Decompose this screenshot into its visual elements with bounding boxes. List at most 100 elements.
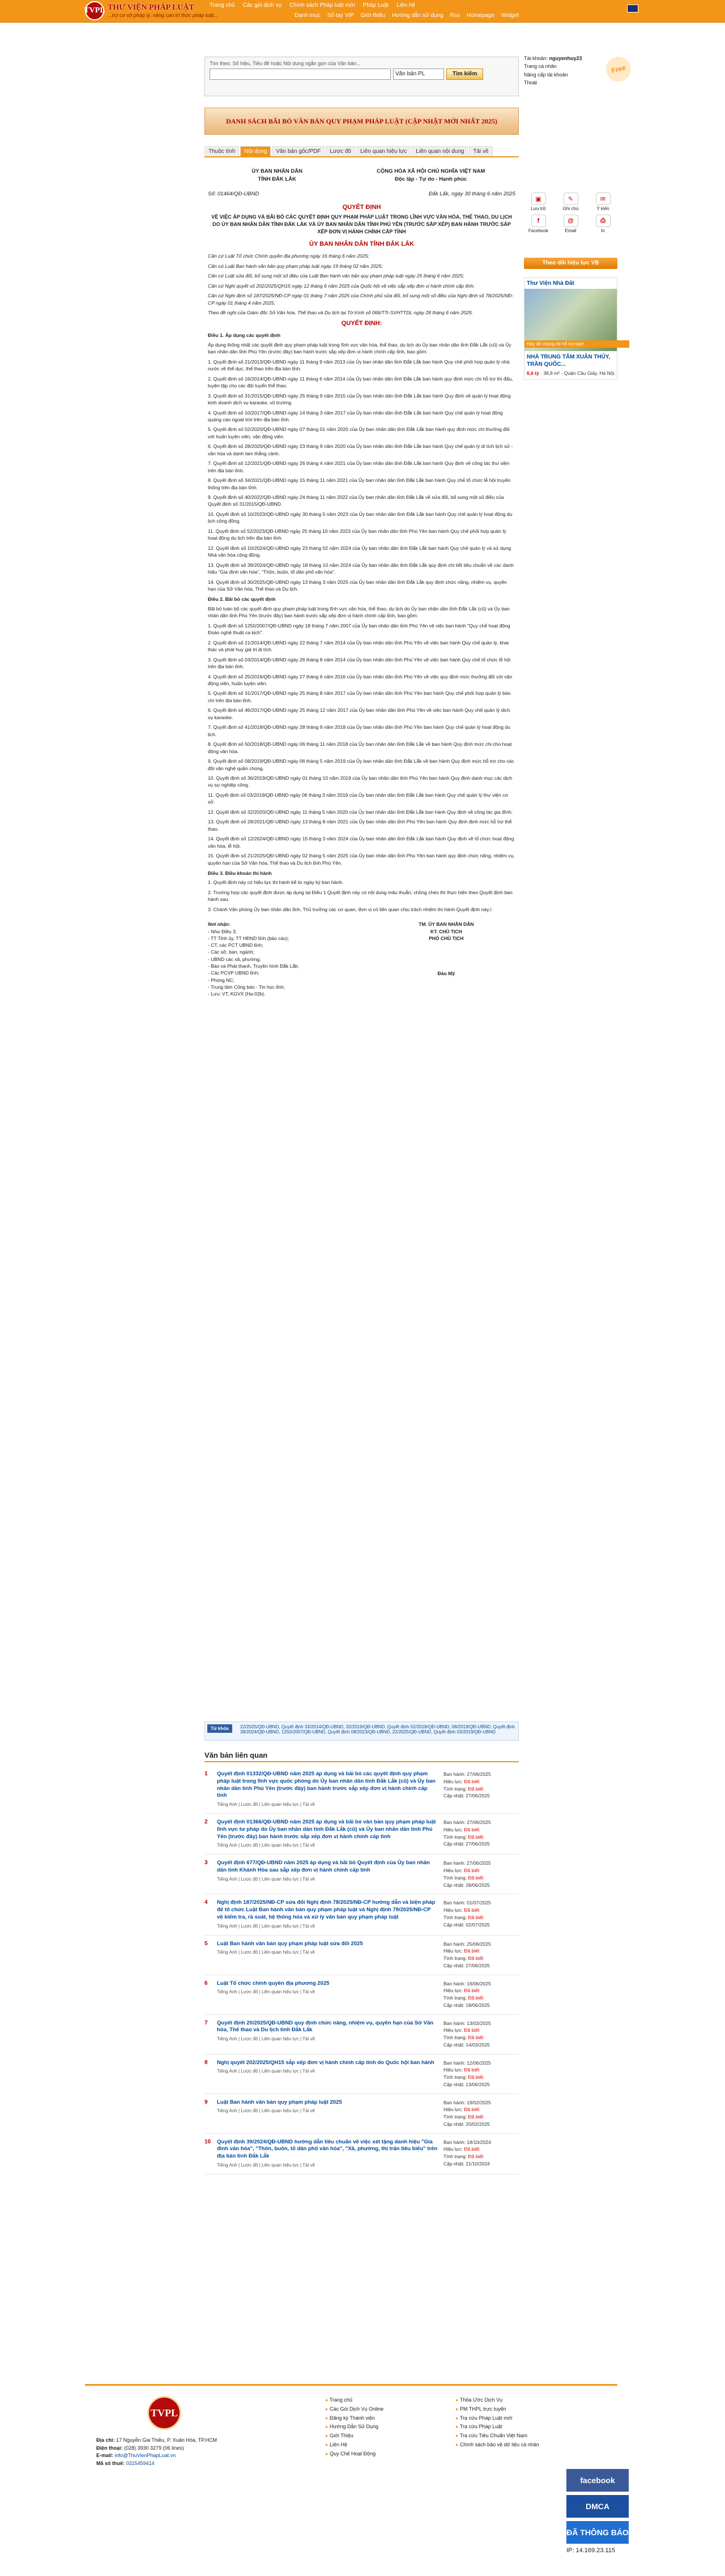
bocongthuong-badge[interactable]: ĐÃ THÔNG BÁO — [566, 2521, 629, 2544]
tab-download[interactable]: Tải về — [469, 146, 493, 156]
nav-widget[interactable]: Widget — [501, 12, 519, 19]
footer-link[interactable]: Đăng ký Thành viên — [326, 2414, 383, 2423]
ykien-icon[interactable]: ✉ — [595, 193, 611, 205]
article-2-item: 3. Quyết định số 03/2014/QĐ-UBND ngày 26… — [208, 656, 511, 670]
related-link[interactable]: Nghị quyết 202/2025/QH15 sắp xếp đơn vị … — [217, 2060, 438, 2088]
recipients-title: Nơi nhận: — [208, 921, 231, 928]
related-link[interactable]: Quyết định 677/QĐ-UBND năm 2025 áp dụng … — [217, 1860, 438, 1889]
print2-icon[interactable]: ⎙ — [595, 215, 611, 227]
footer-link[interactable]: Các Gói Dịch Vụ Online — [326, 2405, 383, 2414]
brand-name: THƯ VIỆN PHÁP LUẬT — [108, 3, 194, 12]
nav-vip-notebook[interactable]: Sổ tay VIP — [327, 12, 354, 19]
related-link[interactable]: Quyết định 01366/QĐ-UBND năm 2025 áp dụn… — [217, 1819, 438, 1849]
related-text[interactable]: Nghị định 187/2025/NĐ-CP sửa đổi Nghị đị… — [217, 1899, 438, 1921]
nav-catalog[interactable]: Danh mục — [295, 12, 321, 19]
search-button[interactable]: Tìm kiếm — [446, 69, 484, 80]
related-link[interactable]: Luật Ban hành văn bản quy phạm pháp luật… — [217, 1941, 438, 1970]
related-actions[interactable]: Tiếng Anh | Lược đồ | Liên quan hiệu lực… — [217, 2036, 438, 2043]
nav-packages[interactable]: Các gói dịch vụ — [243, 2, 282, 8]
share-item[interactable]: ▣ Lưu trữ — [524, 193, 553, 211]
related-text[interactable]: Luật Ban hành văn bản quy phạm pháp luật… — [217, 1941, 438, 1948]
share-item[interactable]: f Facebook — [524, 215, 553, 233]
share-item[interactable]: @ Email — [556, 215, 585, 233]
link-profile[interactable]: Trang cá nhân — [524, 62, 617, 70]
nav-law[interactable]: Pháp Luật — [363, 2, 389, 8]
search-scope-select[interactable]: Văn bản PL — [393, 69, 444, 80]
share-item[interactable]: ⎙ In — [588, 215, 617, 233]
related-link[interactable]: Luật Ban hành văn bản quy phạm pháp luật… — [217, 2099, 438, 2128]
related-text[interactable]: Quyết định 39/2024/QĐ-UBND hướng dẫn tiê… — [217, 2139, 438, 2160]
related-actions[interactable]: Tiếng Anh | Lược đồ | Liên quan hiệu lực… — [217, 2069, 438, 2075]
related-text[interactable]: Quyết định 20/2025/QĐ-UBND quy định chức… — [217, 2020, 438, 2035]
real-estate-title[interactable]: NHÀ TRUNG TÂM XUÂN THỦY, TRẦN QUỐC... — [524, 351, 617, 370]
nav-homepage[interactable]: Homepage — [467, 12, 494, 19]
link-logout[interactable]: Thoát — [524, 79, 617, 87]
related-link[interactable]: Quyết định 39/2024/QĐ-UBND hướng dẫn tiê… — [217, 2139, 438, 2169]
real-estate-image[interactable]: Hãy để chúng tôi hỗ trợ bạn! — [524, 289, 629, 351]
related-actions[interactable]: Tiếng Anh | Lược đồ | Liên quan hiệu lực… — [217, 1802, 438, 1808]
related-link[interactable]: Quyết định 20/2025/QĐ-UBND quy định chức… — [217, 2020, 438, 2049]
facebook-icon[interactable]: f — [531, 215, 546, 227]
footer-link[interactable]: Trang chủ — [326, 2396, 383, 2405]
footer-link[interactable]: Liên Hệ — [326, 2441, 383, 2450]
keyword-list[interactable]: 22/2025/QĐ-UBND, Quyết định 33/2014/QĐ-U… — [240, 1724, 515, 1735]
brand[interactable]: TVPL THƯ VIỆN PHÁP LUẬT ...trợ cơ sở phá… — [84, 1, 218, 20]
dmca-badge[interactable]: DMCA — [566, 2495, 629, 2518]
tab-related-effect[interactable]: Liên quan hiệu lực — [356, 146, 411, 156]
search-input[interactable] — [210, 69, 391, 80]
tab-related-content[interactable]: Liên quan nội dung — [412, 146, 468, 156]
footer-link[interactable]: Tra cứu Tiêu Chuẩn Việt Nam — [456, 2432, 539, 2441]
footer-link[interactable]: Quy Chế Hoạt Động — [326, 2450, 383, 2459]
related-text[interactable]: Luật Ban hành văn bản quy phạm pháp luật… — [217, 2099, 438, 2107]
related-link[interactable]: Quyết định 01332/QĐ-UBND năm 2025 áp dụn… — [217, 1771, 438, 1808]
nav-guide[interactable]: Hướng dẫn sử dụng — [392, 12, 443, 19]
related-link[interactable]: Nghị định 187/2025/NĐ-CP sửa đổi Nghị đị… — [217, 1899, 438, 1929]
footer-link[interactable]: Tra cứu Pháp Luật — [456, 2423, 539, 2432]
share-item[interactable]: ✎ Ghi chú — [556, 193, 585, 211]
related-actions[interactable]: Tiếng Anh | Lược đồ | Liên quan hiệu lực… — [217, 1877, 438, 1883]
related-actions[interactable]: Tiếng Anh | Lược đồ | Liên quan hiệu lực… — [217, 1950, 438, 1956]
note-icon[interactable]: ✎ — [563, 193, 578, 205]
follow-effect-button[interactable]: Theo dõi hiệu lực VB — [524, 258, 617, 269]
nav-new-policy[interactable]: Chính sách Pháp luật mới — [289, 2, 355, 8]
footer-link[interactable]: Chính sách bảo vệ dữ liệu cá nhân — [456, 2441, 539, 2450]
footer-link[interactable]: Tra cứu Pháp Luật mới — [456, 2414, 539, 2423]
related-actions[interactable]: Tiếng Anh | Lược đồ | Liên quan hiệu lực… — [217, 2163, 438, 2169]
nav-home[interactable]: Trang chủ — [210, 2, 235, 8]
account-name[interactable]: nguyenhuy23 — [549, 55, 582, 61]
email-icon[interactable]: @ — [563, 215, 578, 227]
footer-tax[interactable]: 0315459414 — [126, 2460, 155, 2466]
related-actions[interactable]: Tiếng Anh | Lược đồ | Liên quan hiệu lực… — [217, 1843, 438, 1849]
related-link[interactable]: Luật Tổ chức chính quyền địa phương 2025… — [217, 1980, 438, 2009]
site-logo[interactable]: TVPL — [84, 1, 105, 20]
related-text[interactable]: Luật Tổ chức chính quyền địa phương 2025 — [217, 1980, 438, 1988]
nav-rss[interactable]: Rss — [450, 12, 460, 19]
tab-content[interactable]: Nội dung — [240, 146, 271, 156]
tab-diagram[interactable]: Lược đồ — [326, 146, 355, 156]
print-icon[interactable]: ▣ — [531, 193, 546, 205]
footer-link[interactable]: Hướng Dẫn Sử Dụng — [326, 2423, 383, 2432]
tab-original-pdf[interactable]: Văn bản gốc/PDF — [272, 146, 325, 156]
related-text[interactable]: Quyết định 01332/QĐ-UBND năm 2025 áp dụn… — [217, 1771, 438, 1800]
promo-banner[interactable]: DANH SÁCH BÃI BỎ VĂN BẢN QUY PHẠM PHÁP L… — [204, 108, 519, 135]
tab-properties[interactable]: Thuộc tính — [204, 146, 240, 156]
related-meta: Ban hành: 13/03/2025 Hiệu lực: Đã biết Tìn… — [438, 2020, 517, 2049]
link-upgrade[interactable]: Nâng cấp tài khoản — [524, 71, 617, 79]
related-actions[interactable]: Tiếng Anh | Lược đồ | Liên quan hiệu lực… — [217, 2108, 438, 2114]
related-actions[interactable]: Tiếng Anh | Lược đồ | Liên quan hiệu lực… — [217, 1924, 438, 1930]
footer-logo[interactable]: TVPL — [147, 2396, 181, 2430]
related-text[interactable]: Quyết định 01366/QĐ-UBND năm 2025 áp dụn… — [217, 1819, 438, 1840]
nav-contact[interactable]: Liên hệ — [396, 2, 415, 8]
share-item[interactable]: ✉ Ý kiến — [588, 193, 617, 211]
nav-about[interactable]: Giới thiệu — [361, 12, 385, 19]
real-estate-ad[interactable]: Thư Viện Nhà Đất Hãy để chúng tôi hỗ trợ… — [524, 277, 629, 380]
facebook-badge[interactable]: facebook — [566, 2469, 629, 2492]
footer-link[interactable]: PM THPL trực tuyến — [456, 2405, 539, 2414]
footer-email[interactable]: info@ThuVienPhapLuat.vn — [115, 2453, 176, 2458]
related-text[interactable]: Quyết định 677/QĐ-UBND năm 2025 áp dụng … — [217, 1860, 438, 1874]
related-actions[interactable]: Tiếng Anh | Lược đồ | Liên quan hiệu lực… — [217, 1989, 438, 1996]
footer-link[interactable]: Thỏa Ước Dịch Vụ — [456, 2396, 539, 2405]
language-flag-icon[interactable] — [627, 5, 638, 12]
footer-link[interactable]: Giới Thiệu — [326, 2432, 383, 2441]
related-text[interactable]: Nghị quyết 202/2025/QH15 sắp xếp đơn vị … — [217, 2060, 438, 2067]
